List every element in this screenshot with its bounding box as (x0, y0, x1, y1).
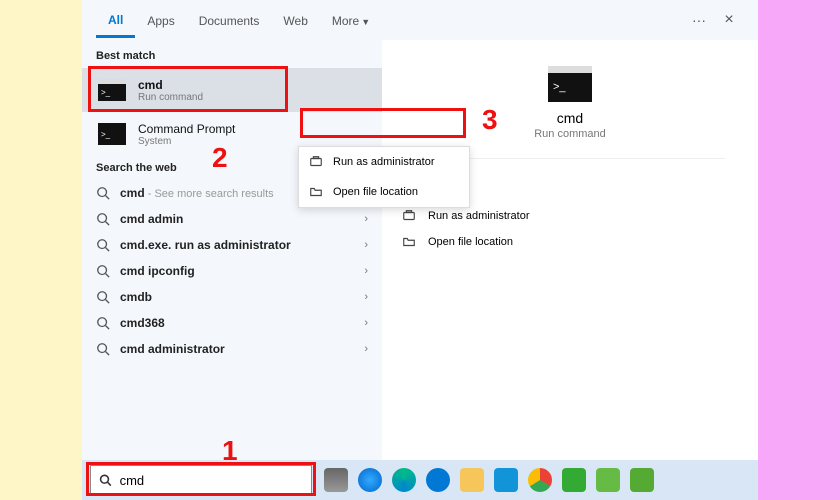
web-result-item[interactable]: cmd admin› (82, 206, 382, 232)
web-result-label: cmd368 (120, 316, 364, 330)
tab-web[interactable]: Web (271, 4, 319, 36)
page-bg-left (0, 0, 82, 500)
tab-bar: All Apps Documents Web More▼ ··· × (82, 0, 758, 40)
web-result-item[interactable]: cmd ipconfig› (82, 258, 382, 284)
app-icon[interactable] (562, 468, 586, 492)
result-title: Command Prompt (138, 122, 368, 136)
chevron-right-icon: › (364, 291, 368, 303)
preview-subtitle: Run command (534, 128, 606, 140)
store-icon[interactable] (494, 468, 518, 492)
search-icon (96, 264, 110, 278)
preview-pane: >_ cmd Run command Open Run as administr… (382, 40, 758, 460)
page-bg-right (758, 0, 840, 500)
cmd-icon: >_ (96, 118, 128, 150)
cmd-icon: >_ (96, 74, 128, 106)
web-result-item[interactable]: cmd368› (82, 310, 382, 336)
web-result-item[interactable]: cmdb› (82, 284, 382, 310)
shield-icon (309, 155, 323, 169)
search-input[interactable] (120, 473, 303, 488)
action-open-file-location[interactable]: Open file location (398, 229, 742, 255)
context-menu: Run as administrator Open file location (298, 146, 470, 208)
tab-more[interactable]: More▼ (320, 4, 382, 36)
shield-icon (402, 209, 416, 223)
svg-text:>_: >_ (101, 130, 111, 139)
cmd-icon-large: >_ (548, 66, 592, 102)
taskbar-search[interactable] (90, 465, 312, 495)
ctx-label: Run as administrator (333, 156, 435, 168)
action-label: Run as administrator (428, 210, 530, 222)
ctx-label: Open file location (333, 186, 418, 198)
result-subtitle: Run command (138, 92, 368, 103)
web-result-label: cmd administrator (120, 342, 364, 356)
svg-text:>_: >_ (553, 81, 566, 93)
cortana-icon[interactable] (358, 468, 382, 492)
close-button[interactable]: × (714, 11, 744, 29)
edge-icon[interactable] (392, 468, 416, 492)
edge-legacy-icon[interactable] (426, 468, 450, 492)
preview-title: cmd (557, 110, 583, 126)
folder-icon (309, 185, 323, 199)
chevron-right-icon: › (364, 317, 368, 329)
app-icon[interactable] (596, 468, 620, 492)
tab-all[interactable]: All (96, 3, 135, 38)
chevron-right-icon: › (364, 213, 368, 225)
search-icon (96, 186, 110, 200)
chrome-icon[interactable] (528, 468, 552, 492)
taskbar (82, 460, 758, 500)
results-column: Best match >_ cmd Run command >_ Command… (82, 40, 382, 460)
chevron-right-icon: › (364, 265, 368, 277)
tab-documents[interactable]: Documents (187, 4, 272, 36)
folder-icon (402, 235, 416, 249)
search-icon (96, 316, 110, 330)
taskbar-icons (324, 468, 654, 492)
taskview-icon[interactable] (324, 468, 348, 492)
chevron-right-icon: › (364, 343, 368, 355)
more-options-button[interactable]: ··· (684, 12, 714, 28)
web-result-item[interactable]: cmd.exe. run as administrator› (82, 232, 382, 258)
action-label: Open file location (428, 236, 513, 248)
web-result-item[interactable]: cmd administrator› (82, 336, 382, 362)
search-icon (96, 212, 110, 226)
app-icon[interactable] (630, 468, 654, 492)
chevron-down-icon: ▼ (361, 17, 370, 27)
web-result-label: cmd admin (120, 212, 364, 226)
result-title: cmd (138, 78, 368, 92)
svg-text:>_: >_ (101, 88, 111, 97)
best-match-label: Best match (82, 44, 382, 68)
result-subtitle: System (138, 136, 368, 147)
web-result-label: cmdb (120, 290, 364, 304)
ctx-run-as-admin[interactable]: Run as administrator (299, 147, 469, 177)
web-result-label: cmd.exe. run as administrator (120, 238, 364, 252)
result-cmd[interactable]: >_ cmd Run command (82, 68, 382, 112)
search-panel: All Apps Documents Web More▼ ··· × Best … (82, 0, 758, 500)
search-icon (96, 238, 110, 252)
explorer-icon[interactable] (460, 468, 484, 492)
search-icon (99, 473, 112, 487)
ctx-open-file-location[interactable]: Open file location (299, 177, 469, 207)
web-result-label: cmd ipconfig (120, 264, 364, 278)
tab-apps[interactable]: Apps (135, 4, 186, 36)
search-icon (96, 290, 110, 304)
chevron-right-icon: › (364, 239, 368, 251)
search-icon (96, 342, 110, 356)
